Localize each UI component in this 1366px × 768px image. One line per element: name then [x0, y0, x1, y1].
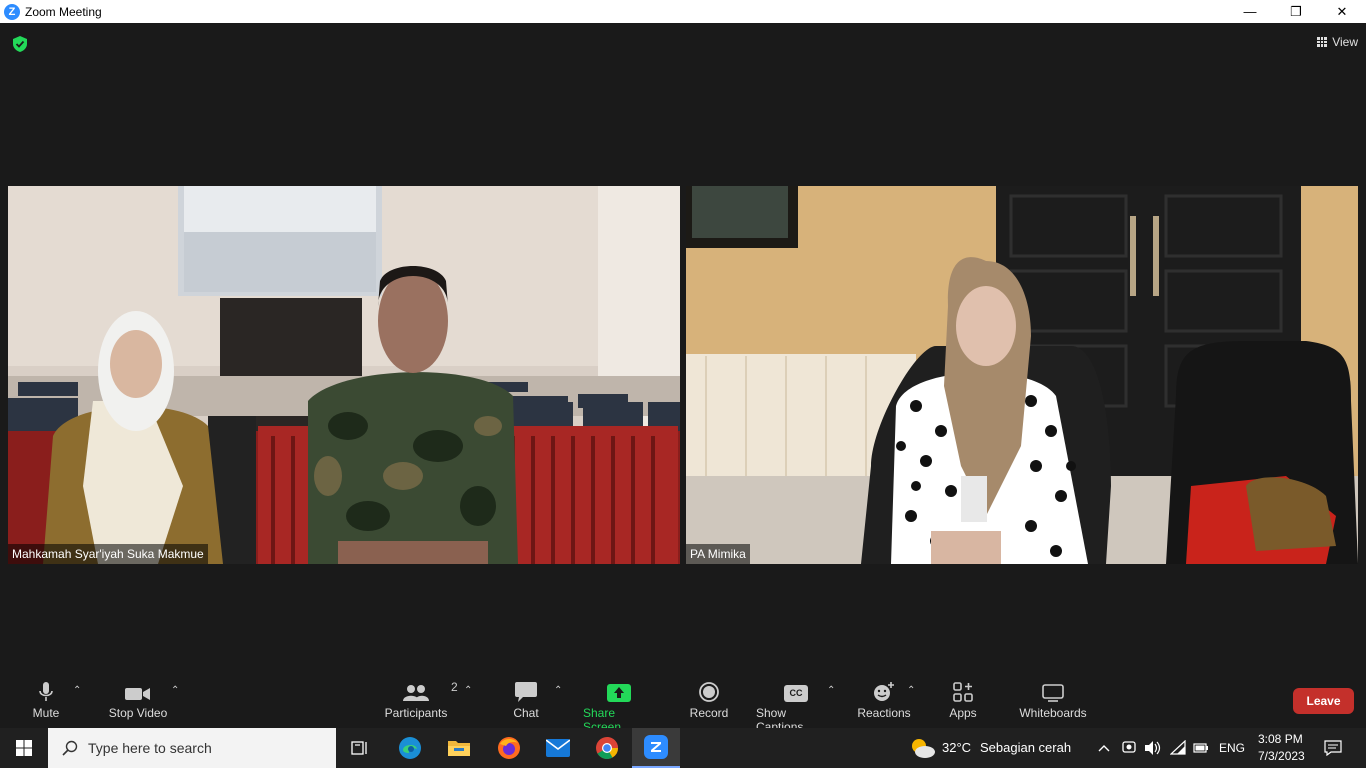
- chat-options-caret[interactable]: ⌃: [554, 685, 562, 696]
- weather-temperature[interactable]: 32°C: [942, 740, 971, 755]
- participant-video-tile[interactable]: Mahkamah Syar'iyah Suka Makmue: [8, 186, 680, 564]
- view-button[interactable]: View: [1317, 35, 1358, 49]
- title-bar: Z Zoom Meeting — ❐ ✕: [0, 0, 1366, 23]
- participants-options-caret[interactable]: ⌃: [464, 685, 472, 696]
- closed-captions-icon: CC: [784, 685, 808, 702]
- participants-label: Participants: [384, 706, 448, 720]
- chat-button[interactable]: Chat: [510, 680, 542, 720]
- file-explorer-taskbar-app[interactable]: [435, 728, 483, 768]
- participant-video-feed: [8, 186, 680, 564]
- participants-icon: [403, 685, 429, 701]
- mail-taskbar-app[interactable]: [534, 728, 582, 768]
- folder-icon: [448, 741, 470, 756]
- share-screen-button[interactable]: Share Screen: [583, 680, 655, 734]
- wifi-network-icon[interactable]: [1170, 740, 1186, 756]
- windows-logo-icon: [16, 740, 32, 756]
- apps-button[interactable]: Apps: [947, 680, 979, 720]
- zoom-app-icon: [644, 735, 668, 759]
- mute-label: Mute: [32, 706, 60, 720]
- stop-video-button[interactable]: Stop Video: [104, 680, 172, 720]
- participant-name-label: PA Mimika: [686, 544, 750, 564]
- task-view-icon: [351, 741, 367, 755]
- weather-description[interactable]: Sebagian cerah: [980, 740, 1071, 755]
- zoom-taskbar-app[interactable]: [632, 728, 680, 768]
- video-options-caret[interactable]: ⌃: [171, 685, 179, 696]
- whiteboard-icon: [1042, 684, 1064, 702]
- reactions-button[interactable]: Reactions: [857, 680, 911, 720]
- record-icon: [699, 682, 719, 702]
- mute-button[interactable]: Mute: [31, 680, 61, 720]
- restore-button[interactable]: ❐: [1273, 0, 1319, 23]
- stop-video-label: Stop Video: [108, 706, 168, 720]
- firefox-icon: [498, 737, 520, 759]
- chrome-taskbar-app[interactable]: [583, 728, 631, 768]
- close-button[interactable]: ✕: [1319, 0, 1365, 23]
- clock-time[interactable]: 3:08 PM: [1258, 732, 1303, 746]
- chrome-browser-icon: [596, 737, 618, 759]
- clock-date[interactable]: 7/3/2023: [1258, 749, 1305, 763]
- start-button[interactable]: [0, 728, 48, 768]
- show-hidden-icons-chevron-icon[interactable]: [1098, 744, 1110, 752]
- whiteboards-button[interactable]: Whiteboards: [1018, 680, 1088, 720]
- show-captions-button[interactable]: CC Show Captions: [756, 680, 836, 734]
- volume-speaker-icon[interactable]: [1144, 740, 1162, 756]
- participant-video-tile[interactable]: PA Mimika: [686, 186, 1358, 564]
- leave-button[interactable]: Leave: [1293, 688, 1354, 714]
- mail-envelope-icon: [546, 739, 570, 757]
- search-input[interactable]: [88, 740, 328, 756]
- participants-button[interactable]: 2 Participants: [382, 680, 458, 720]
- participant-name-label: Mahkamah Syar'iyah Suka Makmue: [8, 544, 208, 564]
- window-title: Zoom Meeting: [25, 4, 102, 19]
- participants-count: 2: [451, 680, 458, 694]
- weather-partly-sunny-icon[interactable]: [908, 736, 936, 760]
- view-label: View: [1332, 35, 1358, 49]
- participant-video-feed: [686, 186, 1358, 564]
- input-language[interactable]: ENG: [1219, 741, 1245, 755]
- chat-label: Chat: [513, 706, 539, 720]
- zoom-logo-icon: Z: [4, 3, 20, 20]
- reactions-label: Reactions: [857, 706, 911, 720]
- reactions-options-caret[interactable]: ⌃: [907, 685, 915, 696]
- video-camera-icon: [125, 688, 150, 700]
- search-icon: [62, 740, 78, 756]
- smiley-face-icon: [874, 682, 894, 701]
- audio-options-caret[interactable]: ⌃: [73, 685, 81, 696]
- record-button[interactable]: Record: [688, 680, 730, 720]
- security-shield-icon[interactable]: [13, 36, 27, 52]
- minimize-button[interactable]: —: [1227, 0, 1273, 23]
- firefox-taskbar-app[interactable]: [485, 728, 533, 768]
- share-screen-icon: [607, 684, 631, 702]
- apps-icon: [953, 682, 973, 702]
- windows-taskbar: 32°C Sebagian cerah ENG 3:08 PM 7/3/2023: [0, 728, 1366, 768]
- battery-icon[interactable]: [1193, 742, 1209, 754]
- microphone-icon: [39, 682, 53, 701]
- whiteboards-label: Whiteboards: [1019, 706, 1087, 720]
- edge-browser-icon: [399, 737, 421, 759]
- meet-now-camera-icon[interactable]: [1122, 740, 1136, 756]
- chat-bubble-icon: [515, 682, 537, 702]
- grid-view-icon: [1317, 37, 1327, 47]
- meeting-area: View Mahkamah Syar'iyah Suka Makmue PA M…: [0, 23, 1366, 728]
- task-view-button[interactable]: [336, 728, 384, 768]
- apps-label: Apps: [949, 706, 977, 720]
- edge-taskbar-app[interactable]: [386, 728, 434, 768]
- taskbar-search[interactable]: [48, 728, 336, 768]
- captions-options-caret[interactable]: ⌃: [827, 685, 835, 696]
- notifications-icon[interactable]: [1324, 740, 1342, 756]
- record-label: Record: [689, 706, 729, 720]
